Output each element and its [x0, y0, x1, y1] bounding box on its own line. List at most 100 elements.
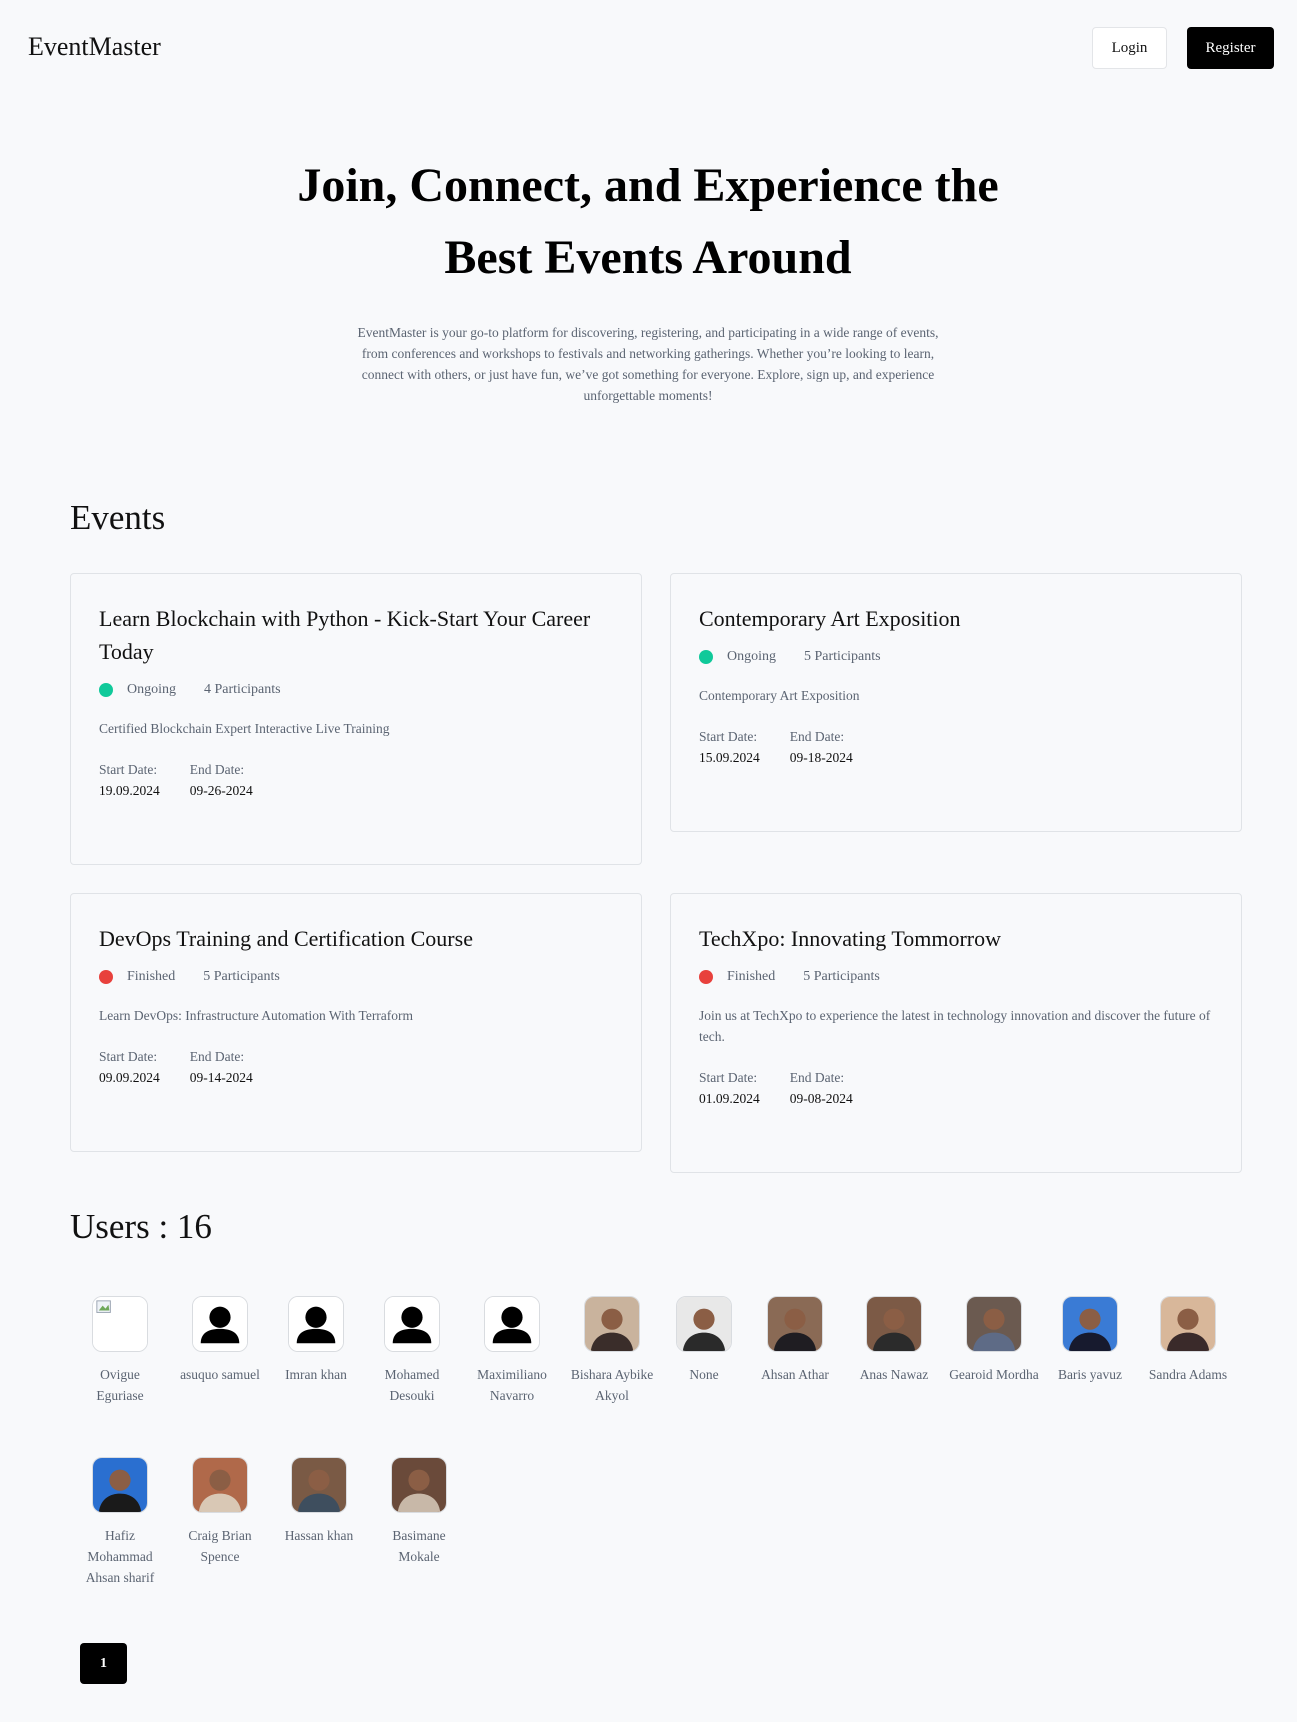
event-status-row: Ongoing 5 Participants [699, 649, 1213, 665]
event-card[interactable]: TechXpo: Innovating Tommorrow Finished 5… [670, 893, 1242, 1173]
event-participants: 5 Participants [803, 969, 880, 984]
end-date-label: End Date: [789, 1070, 845, 1085]
default-user-icon[interactable] [384, 1296, 440, 1352]
event-status-row: Finished 5 Participants [99, 969, 613, 985]
user-photo-icon[interactable] [1062, 1296, 1118, 1352]
start-date-label: Start Date: [699, 729, 758, 744]
event-dates: Start Date: 09.09.2024 End Date: 09-14-202… [99, 1046, 613, 1088]
start-date-label: Start Date: [699, 1070, 758, 1085]
user-name: Hafiz Mohammad Ahsan sharif [85, 1528, 155, 1585]
user-name: Hassan khan [284, 1528, 354, 1543]
top-navbar: EventMaster Login Register [0, 0, 1297, 96]
user-item[interactable]: Ahsan Athar [750, 1296, 840, 1385]
event-status-row: Ongoing 4 Participants [99, 682, 613, 698]
end-date-label: End Date: [189, 1049, 245, 1064]
user-name: asuquo samuel [180, 1367, 260, 1382]
user-name: Imran khan [285, 1367, 347, 1382]
event-description: Certified Blockchain Expert Interactive … [99, 721, 390, 736]
start-date-value: 01.09.2024 [699, 1091, 760, 1106]
event-participants: 5 Participants [203, 969, 280, 984]
start-date-label: Start Date: [99, 1049, 158, 1064]
event-description: Join us at TechXpo to experience the lat… [699, 1008, 1211, 1044]
hero-title: Join, Connect, and Experience the Best E… [248, 150, 1048, 294]
end-date-label: End Date: [189, 762, 245, 777]
event-card[interactable]: DevOps Training and Certification Course… [70, 893, 642, 1152]
event-description: Learn DevOps: Infrastructure Automation … [99, 1008, 414, 1023]
user-photo-icon[interactable] [192, 1457, 248, 1513]
status-dot-icon [699, 650, 713, 664]
user-name: Baris yavuz [1057, 1367, 1123, 1382]
start-date-label: Start Date: [99, 762, 158, 777]
event-title[interactable]: Learn Blockchain with Python - Kick-Star… [99, 602, 613, 668]
user-name: Craig Brian Spence [188, 1528, 252, 1564]
user-item[interactable]: None [659, 1296, 749, 1385]
broken-image-icon[interactable] [92, 1296, 148, 1352]
status-dot-icon [699, 970, 713, 984]
event-status-row: Finished 5 Participants [699, 969, 1213, 985]
user-item[interactable]: Sandra Adams [1143, 1296, 1233, 1385]
event-dates: Start Date: 19.09.2024 End Date: 09-26-202… [99, 759, 613, 801]
user-item[interactable]: asuquo samuel [175, 1296, 265, 1385]
default-user-icon[interactable] [192, 1296, 248, 1352]
user-photo-icon[interactable] [291, 1457, 347, 1513]
user-photo-icon[interactable] [391, 1457, 447, 1513]
event-dates: Start Date: 01.09.2024 End Date: 09-08-202… [699, 1067, 1213, 1109]
user-photo-icon[interactable] [966, 1296, 1022, 1352]
user-photo-icon[interactable] [1160, 1296, 1216, 1352]
user-item[interactable]: Hafiz Mohammad Ahsan sharif [75, 1457, 165, 1588]
user-item[interactable]: Craig Brian Spence [175, 1457, 265, 1567]
event-title[interactable]: Contemporary Art Exposition [699, 602, 1213, 635]
register-button[interactable]: Register [1187, 27, 1274, 69]
user-item[interactable]: Maximiliano Navarro [467, 1296, 557, 1406]
user-photo-icon[interactable] [866, 1296, 922, 1352]
user-item[interactable]: Gearoid Mordha [949, 1296, 1039, 1385]
pagination-page-button[interactable]: 1 [80, 1643, 127, 1684]
user-photo-icon[interactable] [92, 1457, 148, 1513]
hero-title-line2: Best Events Around [444, 231, 852, 284]
user-item[interactable]: Anas Nawaz [849, 1296, 939, 1385]
users-heading: Users : 16 [70, 1207, 212, 1246]
start-date-value: 09.09.2024 [99, 1070, 160, 1085]
user-name: Sandra Adams [1148, 1367, 1228, 1382]
user-item[interactable]: Basimane Mokale [374, 1457, 464, 1567]
event-card[interactable]: Contemporary Art Exposition Ongoing 5 Pa… [670, 573, 1242, 832]
user-item[interactable]: Ovigue Eguriase [75, 1296, 165, 1406]
end-date-value: 09-26-2024 [189, 783, 253, 798]
user-item[interactable]: Baris yavuz [1045, 1296, 1135, 1385]
event-description: Contemporary Art Exposition [699, 688, 860, 703]
end-date-value: 09-08-2024 [789, 1091, 853, 1106]
user-item[interactable]: Bishara Aybike Akyol [567, 1296, 657, 1406]
login-button[interactable]: Login [1092, 27, 1167, 69]
event-status: Ongoing [127, 682, 176, 697]
user-name: Ovigue Eguriase [96, 1367, 144, 1403]
user-name: Ahsan Athar [761, 1367, 829, 1382]
event-title[interactable]: TechXpo: Innovating Tommorrow [699, 922, 1213, 955]
start-date-value: 15.09.2024 [699, 750, 760, 765]
event-status: Finished [727, 969, 776, 984]
status-dot-icon [99, 683, 113, 697]
brand-logo[interactable]: EventMaster [28, 32, 161, 62]
default-user-icon[interactable] [484, 1296, 540, 1352]
user-item[interactable]: Mohamed Desouki [367, 1296, 457, 1406]
user-photo-icon[interactable] [676, 1296, 732, 1352]
end-date-label: End Date: [789, 729, 845, 744]
events-heading: Events [70, 498, 166, 537]
user-name: Gearoid Mordha [949, 1367, 1039, 1382]
start-date-value: 19.09.2024 [99, 783, 160, 798]
event-title[interactable]: DevOps Training and Certification Course [99, 922, 613, 955]
end-date-value: 09-18-2024 [789, 750, 853, 765]
event-participants: 5 Participants [804, 649, 881, 664]
user-name: Anas Nawaz [859, 1367, 929, 1382]
user-photo-icon[interactable] [767, 1296, 823, 1352]
event-card[interactable]: Learn Blockchain with Python - Kick-Star… [70, 573, 642, 865]
default-user-icon[interactable] [288, 1296, 344, 1352]
event-participants: 4 Participants [204, 682, 281, 697]
user-photo-icon[interactable] [584, 1296, 640, 1352]
event-status: Ongoing [727, 649, 776, 664]
event-dates: Start Date: 15.09.2024 End Date: 09-18-202… [699, 726, 1213, 768]
user-item[interactable]: Imran khan [271, 1296, 361, 1385]
user-name: Maximiliano Navarro [477, 1367, 547, 1403]
user-name: Basimane Mokale [392, 1528, 446, 1564]
user-item[interactable]: Hassan khan [274, 1457, 364, 1546]
user-name: None [689, 1367, 719, 1382]
